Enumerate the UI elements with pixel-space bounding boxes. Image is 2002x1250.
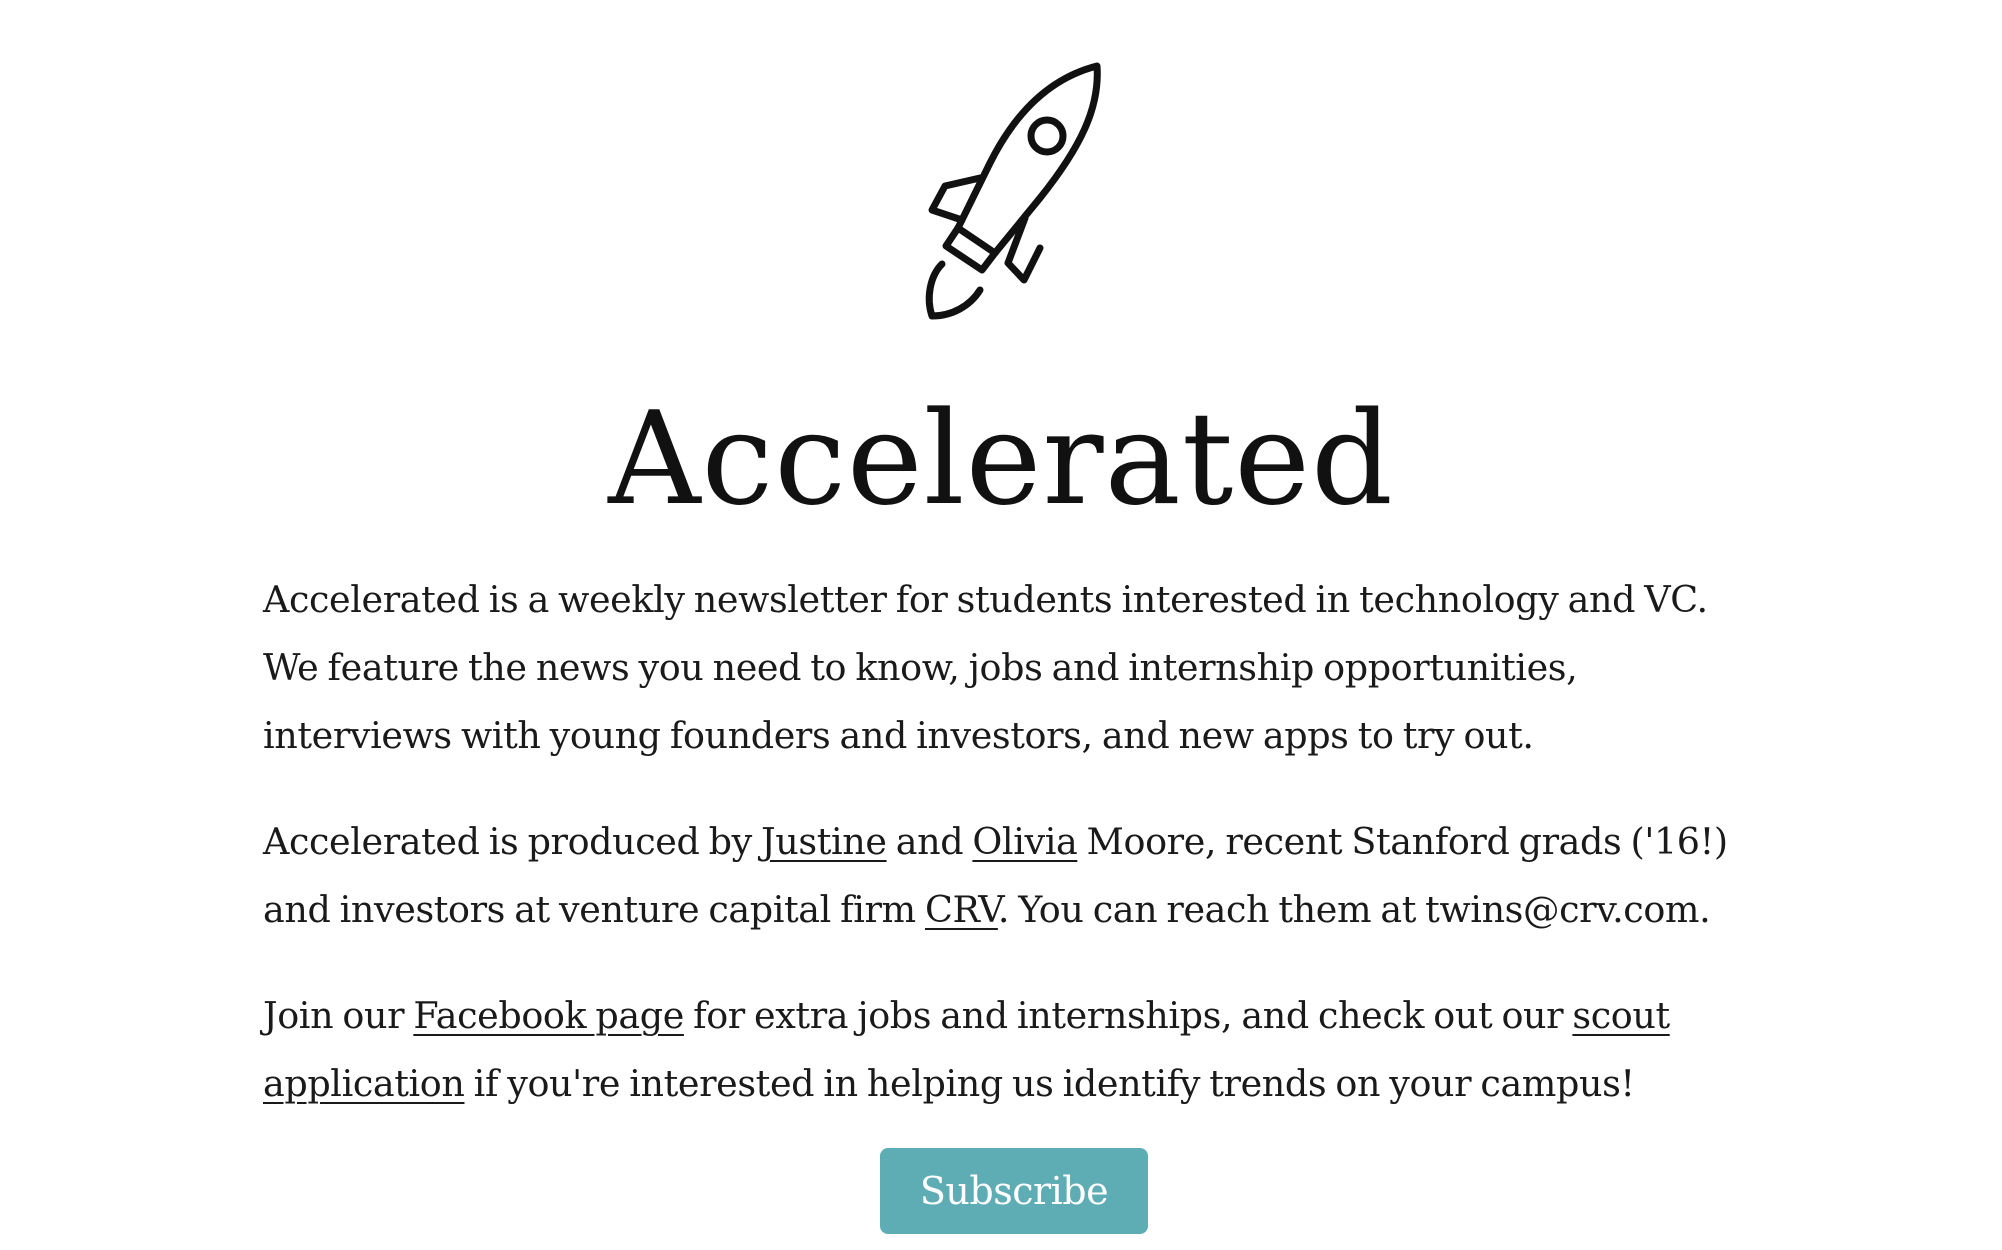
community-paragraph: Join our Facebook page for extra jobs an… bbox=[263, 982, 1763, 1118]
subscribe-button[interactable]: Subscribe bbox=[880, 1148, 1148, 1234]
about-section: Accelerated is a weekly newsletter for s… bbox=[263, 566, 1763, 1156]
text-segment: for extra jobs and internships, and chec… bbox=[683, 994, 1573, 1037]
authors-paragraph: Accelerated is produced by Justine and O… bbox=[263, 808, 1763, 944]
text-segment: Join our bbox=[263, 994, 414, 1037]
text-segment: if you're interested in helping us ident… bbox=[464, 1062, 1635, 1105]
newsletter-page: Accelerated Accelerated is a weekly news… bbox=[0, 0, 2002, 1250]
text-segment: and bbox=[886, 820, 973, 863]
intro-paragraph: Accelerated is a weekly newsletter for s… bbox=[263, 578, 1708, 757]
crv-link[interactable]: CRV bbox=[925, 888, 998, 931]
justine-link[interactable]: Justine bbox=[761, 820, 887, 863]
facebook-page-link[interactable]: Facebook page bbox=[413, 994, 684, 1037]
olivia-link[interactable]: Olivia bbox=[972, 820, 1077, 863]
rocket-icon bbox=[925, 62, 1101, 320]
text-segment: . You can reach them at twins@crv.com. bbox=[997, 888, 1711, 931]
page-title: Accelerated bbox=[608, 385, 1394, 534]
text-segment: Accelerated is produced by bbox=[263, 820, 762, 863]
